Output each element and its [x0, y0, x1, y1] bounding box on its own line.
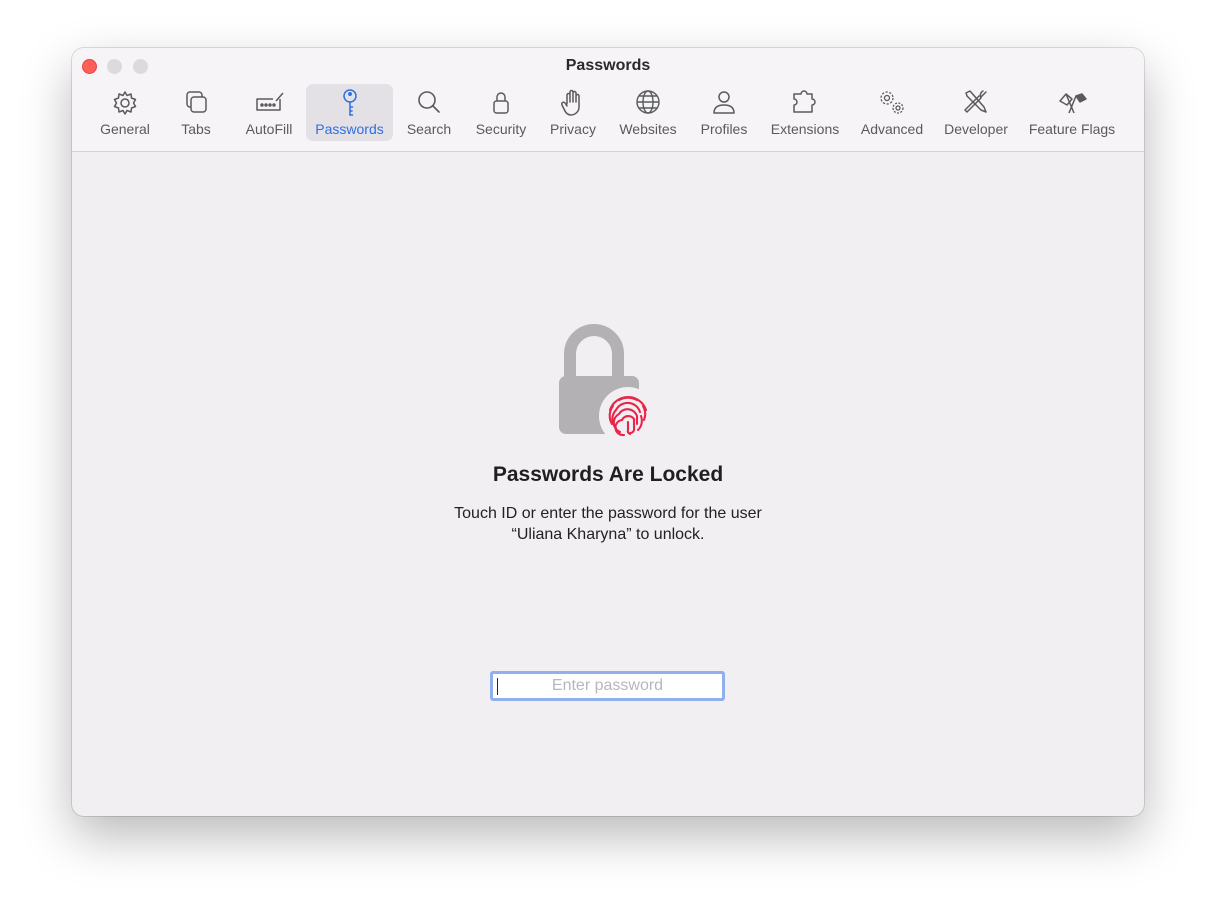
tab-extensions[interactable]: Extensions: [763, 84, 847, 141]
tab-search[interactable]: Search: [398, 84, 460, 141]
puzzle-icon: [788, 87, 822, 119]
passwords-locked-pane: Passwords Are Locked Touch ID or enter t…: [72, 152, 1144, 816]
tab-profiles[interactable]: Profiles: [692, 84, 756, 141]
tab-label: Profiles: [700, 121, 748, 137]
lock-icon: [484, 87, 518, 119]
tab-websites[interactable]: Websites: [613, 84, 683, 141]
text-caret: [497, 678, 498, 695]
tab-label: AutoFill: [245, 121, 293, 137]
autofill-icon: [252, 87, 286, 119]
gears-icon: [875, 87, 909, 119]
locked-description-line2: “Uliana Kharyna” to unlock.: [511, 526, 705, 543]
password-field[interactable]: [490, 671, 725, 701]
gear-icon: [108, 87, 142, 119]
tab-label: Feature Flags: [1028, 121, 1116, 137]
key-icon: [333, 87, 367, 119]
locked-description-line1: Touch ID or enter the password for the u…: [454, 505, 762, 522]
tab-general[interactable]: General: [91, 84, 159, 141]
title-bar: Passwords General Tabs AutoFill Password…: [72, 48, 1144, 152]
tab-security[interactable]: Security: [469, 84, 533, 141]
tab-label: Security: [475, 121, 527, 137]
tab-label: Search: [406, 121, 452, 137]
tabs-icon: [179, 87, 213, 119]
tab-tabs[interactable]: Tabs: [168, 84, 224, 141]
flags-icon: [1055, 87, 1089, 119]
preferences-toolbar: General Tabs AutoFill Passwords Search S…: [72, 84, 1144, 142]
tab-label: General: [100, 121, 150, 137]
tab-label: Tabs: [181, 121, 211, 137]
preferences-window: Passwords General Tabs AutoFill Password…: [72, 48, 1144, 816]
tab-label: Developer: [944, 121, 1008, 137]
locked-description: Touch ID or enter the password for the u…: [72, 503, 1144, 545]
tools-icon: [959, 87, 993, 119]
hand-icon: [556, 87, 590, 119]
tab-advanced[interactable]: Advanced: [854, 84, 930, 141]
locked-fingerprint-icon: [556, 320, 660, 450]
window-title: Passwords: [565, 57, 651, 74]
tab-label: Advanced: [860, 121, 924, 137]
tab-passwords[interactable]: Passwords: [306, 84, 393, 141]
tab-label: Websites: [619, 121, 677, 137]
tab-developer[interactable]: Developer: [938, 84, 1014, 141]
person-icon: [707, 87, 741, 119]
locked-heading: Passwords Are Locked: [492, 463, 724, 486]
magnifier-icon: [412, 87, 446, 119]
tab-autofill[interactable]: AutoFill: [236, 84, 302, 141]
tab-label: Privacy: [550, 121, 596, 137]
tab-feature-flags[interactable]: Feature Flags: [1022, 84, 1122, 141]
tab-privacy[interactable]: Privacy: [542, 84, 604, 141]
globe-icon: [631, 87, 665, 119]
tab-label: Extensions: [770, 121, 840, 137]
tab-label: Passwords: [315, 121, 384, 137]
